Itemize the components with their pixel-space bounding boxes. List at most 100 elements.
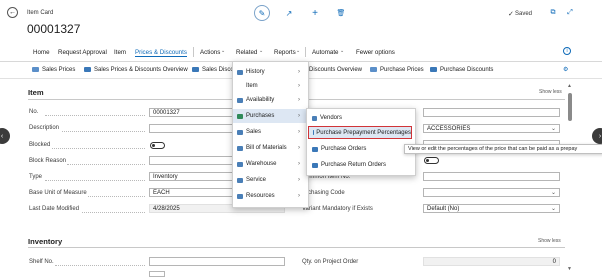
label-leader xyxy=(88,196,145,197)
label-leader xyxy=(62,131,145,132)
chevron-right-icon: › xyxy=(298,129,300,135)
menu-label: Purchase Return Orders xyxy=(321,162,386,168)
promoted-label: Sales Prices & Discounts Overview xyxy=(94,67,188,73)
field-label-purchasing-code: rchasing Code xyxy=(306,190,345,196)
field-label-no: No. xyxy=(29,109,38,115)
qty-on-project-order-value: 0 xyxy=(423,257,560,266)
blocked-toggle[interactable] xyxy=(150,142,165,149)
scrollbar-up-arrow[interactable]: ▲ xyxy=(567,83,572,89)
back-icon[interactable]: ← xyxy=(7,7,18,18)
action-divider xyxy=(305,47,306,57)
chevron-down-icon: ⌄ xyxy=(551,125,556,133)
scrollbar-down-arrow[interactable]: ▼ xyxy=(567,266,572,272)
menu-label: Vendors xyxy=(320,115,342,121)
related-menu-item-warehouse[interactable]: Warehouse› xyxy=(233,157,308,171)
open-new-window-icon[interactable]: ⧉ xyxy=(548,8,558,18)
vendors-icon xyxy=(312,116,317,121)
action-fewer-options[interactable]: Fewer options xyxy=(356,49,395,56)
menu-label: Warehouse xyxy=(246,161,276,167)
action-home[interactable]: Home xyxy=(33,49,50,56)
action-reports[interactable]: Reports xyxy=(274,49,296,56)
discount-icon xyxy=(430,67,437,72)
promoted-label: Discounts Overview xyxy=(309,67,362,73)
section-divider xyxy=(28,247,565,248)
chevron-right-icon: › xyxy=(298,145,300,151)
promoted-purchase-discounts[interactable]: Purchase Discounts xyxy=(430,67,493,73)
item-category-select[interactable]: ACCESSORIES⌄ xyxy=(423,124,560,133)
overview-icon xyxy=(84,67,91,72)
field-label-qty-on-project-order: Qty. on Project Order xyxy=(302,259,358,265)
menu-label: Purchase Prepayment Percentages xyxy=(316,130,411,136)
page-type-label: Item Card xyxy=(27,10,53,16)
label-leader xyxy=(82,212,145,213)
page-header: ← Item Card 00001327 ✎ ↗ + 🗑 ✓ Saved ⧉ ⤢ xyxy=(0,0,602,44)
inventory-section-title[interactable]: Inventory xyxy=(28,237,62,246)
scrollbar-thumb[interactable] xyxy=(568,93,572,121)
chevron-down-icon: ⌄ xyxy=(221,48,225,54)
action-prices-discounts[interactable]: Prices & Discounts xyxy=(135,49,187,57)
purchases-menu-item-purchase-return-orders[interactable]: Purchase Return Orders xyxy=(307,158,415,172)
next-field-stub[interactable] xyxy=(149,271,165,277)
add-icon[interactable]: + xyxy=(310,8,320,18)
action-automate[interactable]: Automate xyxy=(312,49,338,56)
related-menu-item-item[interactable]: Item› xyxy=(233,79,308,93)
discount-icon xyxy=(192,67,199,72)
action-actions[interactable]: Actions xyxy=(200,49,220,56)
variant-mandatory-select[interactable]: Default (No)⌄ xyxy=(423,204,560,213)
resources-icon xyxy=(237,194,243,199)
related-menu-item-availability[interactable]: Availability› xyxy=(233,93,308,107)
inventory-show-less-link[interactable]: Show less xyxy=(538,238,561,244)
field-label-base-unit-of-measure: Base Unit of Measure xyxy=(29,190,87,196)
action-item[interactable]: Item xyxy=(114,49,126,56)
field-label-description: Description xyxy=(29,125,59,131)
purchases-submenu: Vendors Purchase Prepayment Percentages … xyxy=(306,108,416,176)
common-item-no-input[interactable] xyxy=(423,172,560,181)
qty-value: 0 xyxy=(553,259,556,265)
promoted-sales-prices[interactable]: Sales Prices xyxy=(32,67,75,73)
delete-icon[interactable]: 🗑 xyxy=(336,8,346,18)
purchases-menu-item-purchase-orders[interactable]: Purchase Orders xyxy=(307,142,415,156)
item-section-title[interactable]: Item xyxy=(28,88,44,97)
promoted-discounts-overview[interactable]: Discounts Overview xyxy=(309,67,362,73)
chevron-down-icon: ⌄ xyxy=(340,48,344,54)
price-list-icon xyxy=(370,67,377,72)
next-record-icon[interactable]: › xyxy=(592,128,602,144)
edit-icon[interactable]: ✎ xyxy=(254,5,270,21)
action-request-approval[interactable]: Request Approval xyxy=(58,49,107,56)
label-leader xyxy=(67,164,145,165)
related-menu-item-purchases[interactable]: Purchases › xyxy=(233,109,308,123)
field-label-variant-mandatory: Variant Mandatory if Exists xyxy=(302,206,373,212)
promoted-settings-icon[interactable]: ⚙ xyxy=(563,66,568,73)
purchases-menu-item-prepayment-percentages[interactable]: Purchase Prepayment Percentages xyxy=(308,126,412,139)
related-menu-item-bill-of-materials[interactable]: Bill of Materials› xyxy=(233,141,308,155)
field-label-last-date-modified: Last Date Modified xyxy=(29,206,79,212)
promoted-purchase-prices[interactable]: Purchase Prices xyxy=(370,67,424,73)
purchases-menu-item-vendors[interactable]: Vendors xyxy=(307,111,415,125)
right-toggle[interactable] xyxy=(424,157,439,164)
purchasing-code-select[interactable]: ⌄ xyxy=(423,188,560,197)
related-menu-item-sales[interactable]: Sales› xyxy=(233,125,308,139)
shelf-no-input[interactable] xyxy=(149,257,285,266)
chevron-right-icon: › xyxy=(298,177,300,183)
menu-item-tooltip: View or edit the percentages of the pric… xyxy=(404,144,602,154)
action-related[interactable]: Related xyxy=(236,49,257,56)
promoted-label: Purchase Discounts xyxy=(440,67,493,73)
chevron-right-icon: › xyxy=(298,113,300,119)
share-icon[interactable]: ↗ xyxy=(284,8,294,18)
service-icon xyxy=(237,178,243,183)
related-menu-item-service[interactable]: Service› xyxy=(233,173,308,187)
menu-label: Purchases xyxy=(246,113,274,119)
previous-record-icon[interactable]: ‹ xyxy=(0,128,10,144)
promoted-sales-prices-discounts-overview[interactable]: Sales Prices & Discounts Overview xyxy=(84,67,188,73)
related-menu-item-resources[interactable]: Resources› xyxy=(233,189,308,203)
item-show-less-link[interactable]: Show less xyxy=(539,89,562,95)
info-icon[interactable]: i xyxy=(563,47,571,55)
warehouse-icon xyxy=(237,162,243,167)
history-icon xyxy=(237,70,243,75)
saved-status: Saved xyxy=(515,11,532,17)
right-field-1[interactable] xyxy=(423,108,560,117)
promoted-sales-discounts[interactable]: Sales Discou xyxy=(192,67,237,73)
related-menu-item-history[interactable]: History› xyxy=(233,65,308,79)
purchases-icon xyxy=(237,114,243,119)
collapse-icon[interactable]: ⤢ xyxy=(565,8,575,18)
